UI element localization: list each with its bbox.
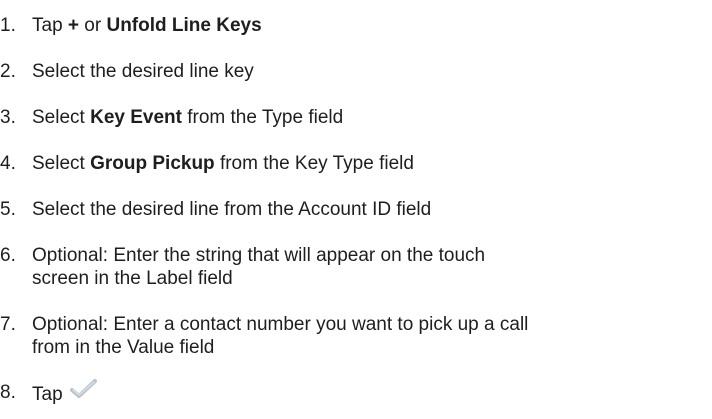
step-number: 8. bbox=[0, 382, 16, 403]
step-text: Select the desired line from the Account… bbox=[32, 199, 432, 220]
step-text-line: screen in the Label field bbox=[32, 268, 233, 289]
step-text: Select Group Pickup from the Key Type fi… bbox=[32, 152, 707, 175]
group-pickup-label: Group Pickup bbox=[90, 153, 215, 174]
step-number: 3. bbox=[0, 107, 16, 128]
step-text-part: Select bbox=[32, 153, 91, 174]
plus-symbol: + bbox=[67, 15, 80, 36]
step-text-part: from the Key Type field bbox=[214, 153, 414, 174]
step-text-part: Tap bbox=[32, 384, 63, 406]
step-number: 5. bbox=[0, 199, 16, 220]
step-text-part: Select bbox=[32, 107, 91, 128]
step-text: Optional: Enter the string that will app… bbox=[32, 244, 707, 290]
step-text: Select Key Event from the Type field bbox=[32, 106, 707, 129]
step-text-line: Optional: Enter the string that will app… bbox=[32, 245, 486, 266]
step-number: 7. bbox=[0, 314, 16, 335]
key-event-label: Key Event bbox=[90, 107, 182, 128]
instruction-page: { "steps": [ {"num": "1.", "parts": ["Ta… bbox=[0, 0, 712, 419]
unfold-line-keys-label: Unfold Line Keys bbox=[106, 15, 262, 36]
step-text-part: Tap bbox=[32, 15, 68, 36]
step-text-part: from the Type field bbox=[181, 107, 344, 128]
step-text-part: or bbox=[79, 15, 107, 36]
step-number: 2. bbox=[0, 61, 16, 82]
step-text-line: from in the Value field bbox=[32, 337, 215, 358]
step-text: Optional: Enter a contact number you wan… bbox=[32, 313, 707, 359]
step-number: 6. bbox=[0, 245, 16, 266]
step-number: 4. bbox=[0, 153, 16, 174]
step-text: Tap + or Unfold Line Keys bbox=[32, 14, 707, 37]
step-text: Tap bbox=[32, 378, 707, 409]
step-text: Select the desired line key bbox=[32, 61, 254, 82]
step-text-line: Optional: Enter a contact number you wan… bbox=[32, 314, 529, 335]
step-number: 1. bbox=[0, 15, 16, 36]
checkmark-icon bbox=[69, 378, 99, 406]
